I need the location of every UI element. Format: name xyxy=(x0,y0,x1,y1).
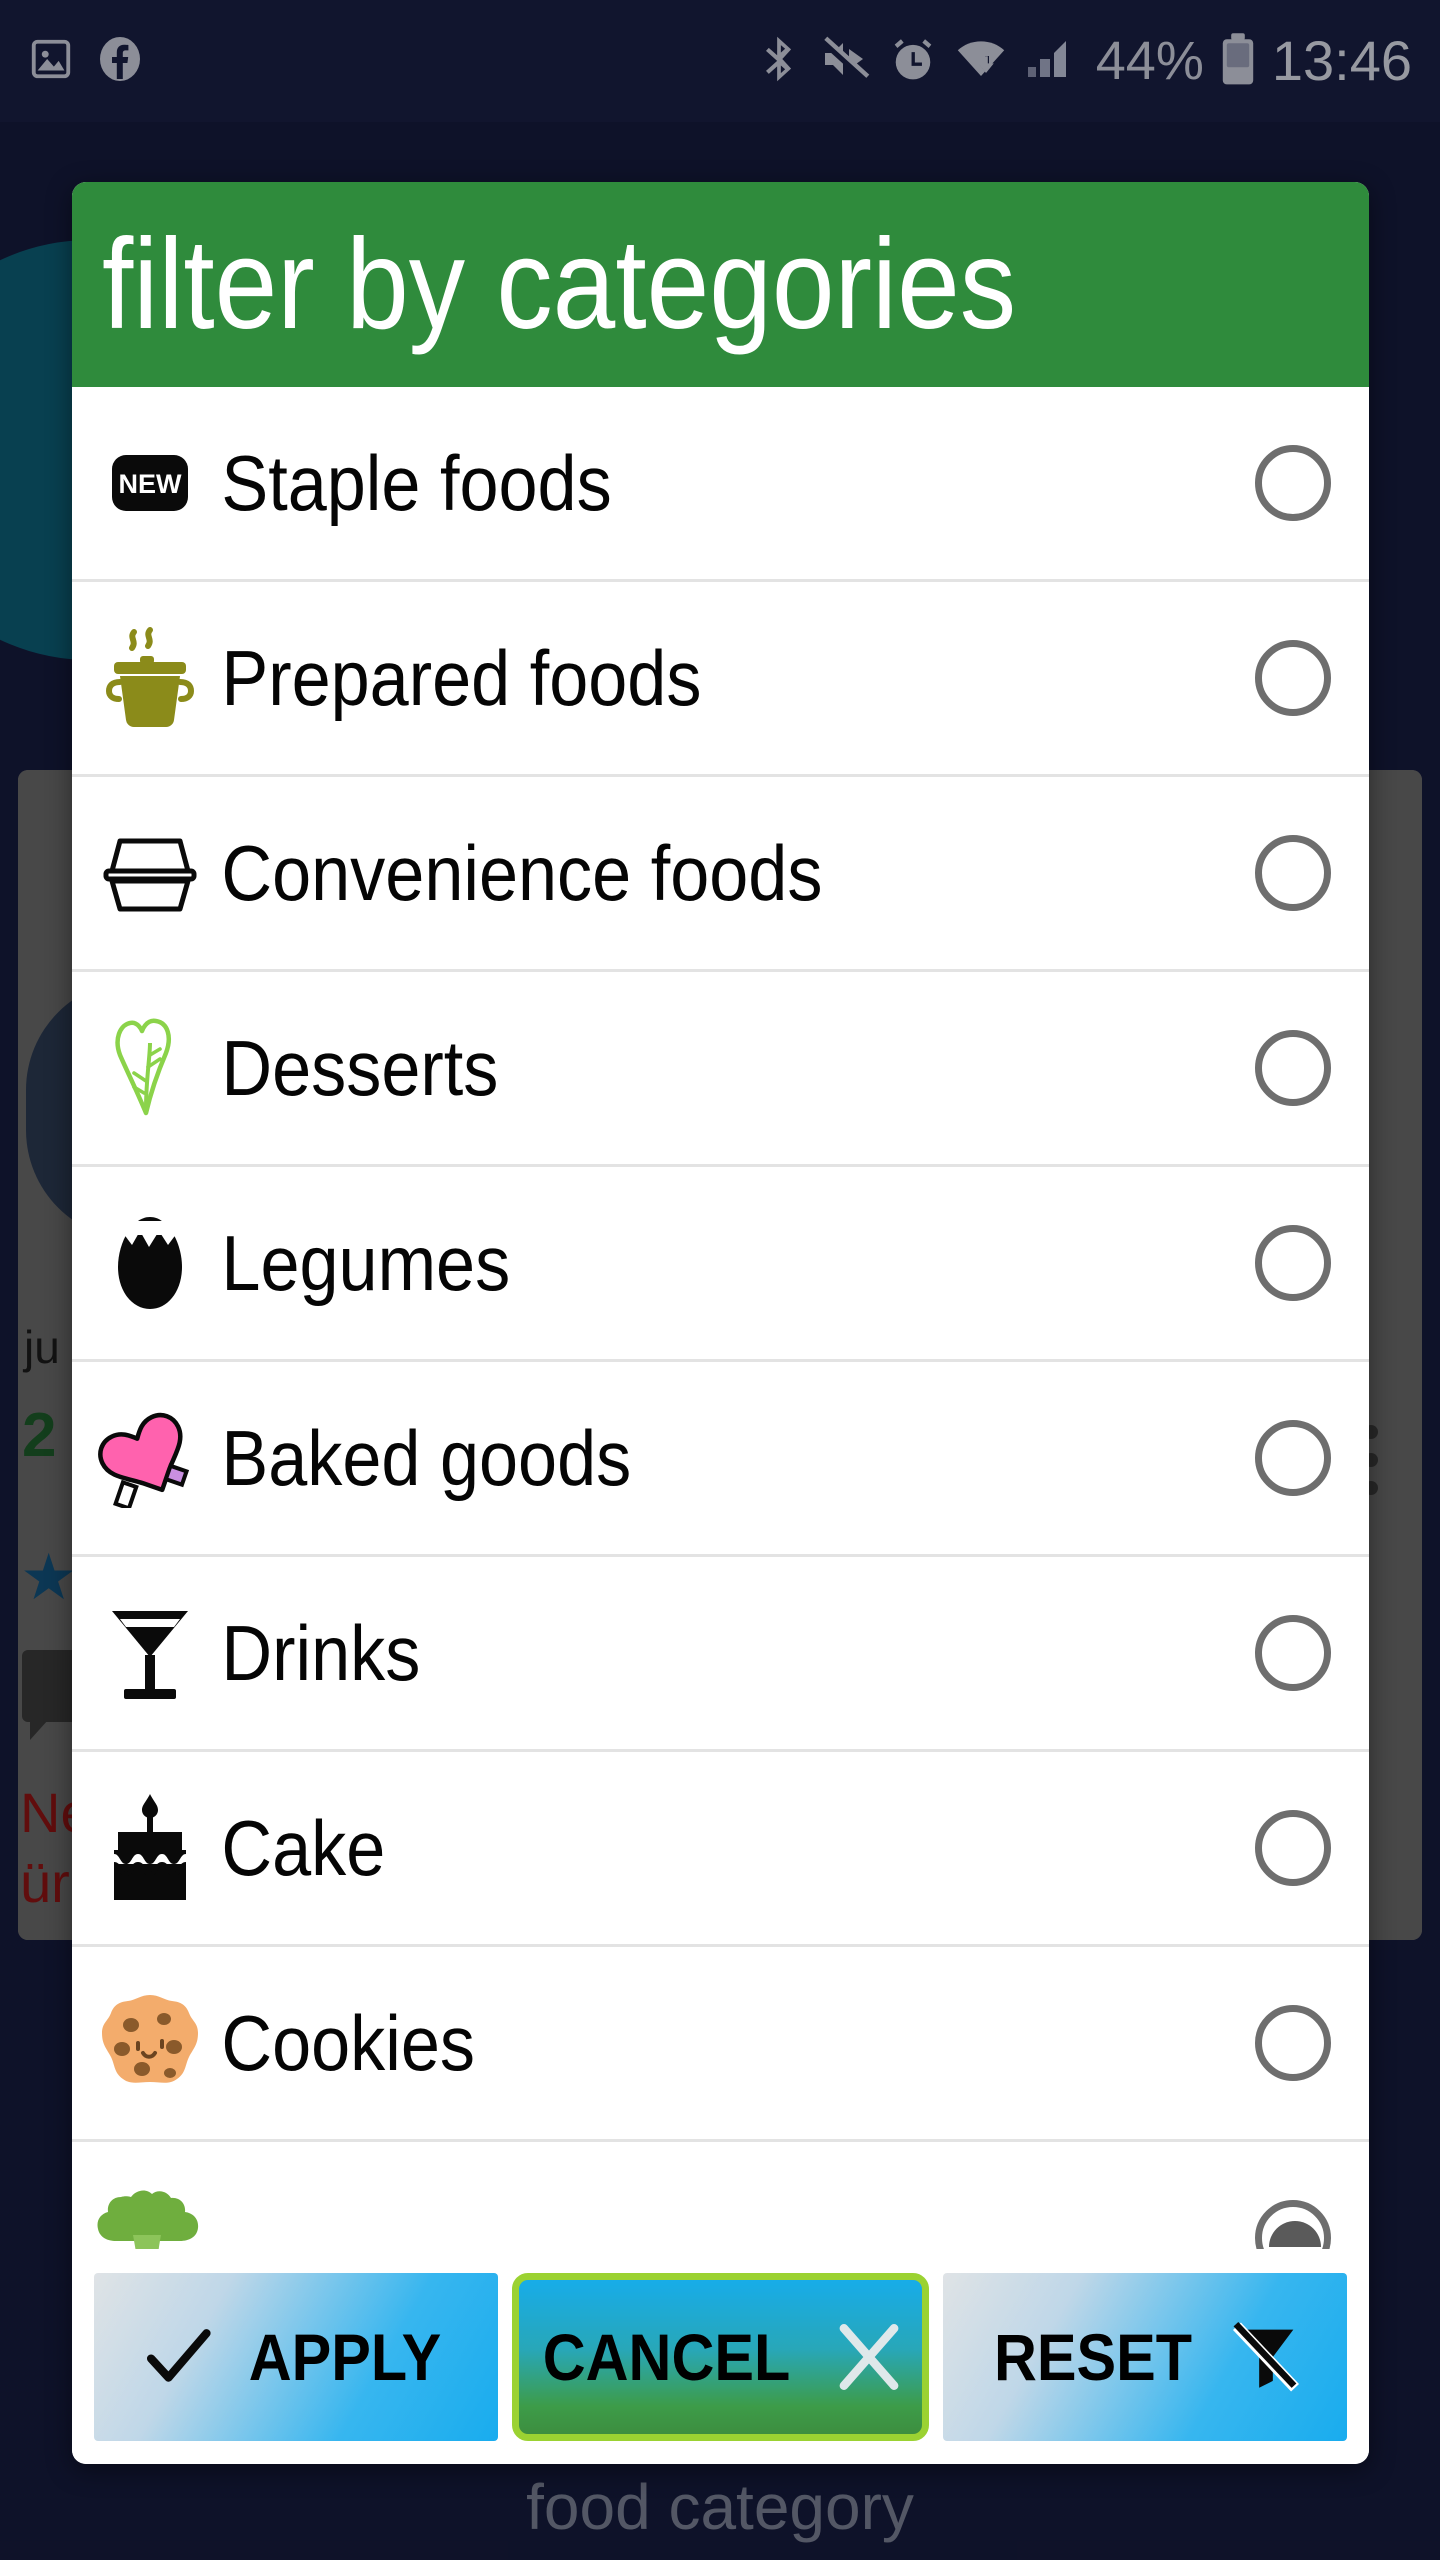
list-item-label: Cake xyxy=(221,1803,386,1892)
dialog-button-bar: APPLY CANCEL RESET xyxy=(72,2249,1369,2464)
radio-button[interactable] xyxy=(1255,1225,1331,1301)
list-item-label: Staple foods xyxy=(221,438,612,527)
takeout-container-icon xyxy=(84,813,216,933)
list-item[interactable]: Prepared foods xyxy=(72,582,1369,777)
radio-button[interactable] xyxy=(1255,2005,1331,2081)
leafy-green-icon xyxy=(84,1008,216,1128)
close-x-icon xyxy=(826,2314,912,2400)
list-item[interactable]: NEW Staple foods xyxy=(72,387,1369,582)
cracked-egg-icon xyxy=(84,1203,216,1323)
oven-mitt-icon xyxy=(84,1398,216,1518)
checkmark-icon xyxy=(140,2319,216,2395)
list-item-label: Desserts xyxy=(221,1023,499,1112)
list-item[interactable]: Baked goods xyxy=(72,1362,1369,1557)
cancel-button-label: CANCEL xyxy=(542,2319,791,2394)
filter-categories-dialog: filter by categories NEW Staple foods Pr… xyxy=(72,182,1369,2464)
new-badge-icon: NEW xyxy=(84,423,216,543)
list-item[interactable]: Legumes xyxy=(72,1167,1369,1362)
list-item[interactable]: Cake xyxy=(72,1752,1369,1947)
list-item[interactable]: Convenience foods xyxy=(72,777,1369,972)
birthday-cake-icon xyxy=(84,1788,216,1908)
apply-button-label: APPLY xyxy=(248,2319,442,2394)
cancel-button[interactable]: CANCEL xyxy=(511,2272,930,2441)
filter-off-icon xyxy=(1225,2316,1307,2398)
dialog-title: filter by categories xyxy=(102,212,1017,356)
list-item[interactable]: Cookies xyxy=(72,1947,1369,2142)
list-item-label: Convenience foods xyxy=(221,828,823,917)
radio-button[interactable] xyxy=(1255,1615,1331,1691)
radio-button[interactable] xyxy=(1255,1810,1331,1886)
reset-button[interactable]: RESET xyxy=(943,2272,1348,2441)
list-item-label: Cookies xyxy=(221,1998,476,2087)
radio-button[interactable] xyxy=(1255,640,1331,716)
reset-button-label: RESET xyxy=(994,2319,1193,2394)
list-item-label: Prepared foods xyxy=(221,633,702,722)
apply-button[interactable]: APPLY xyxy=(94,2272,498,2441)
radio-button[interactable] xyxy=(1255,1030,1331,1106)
svg-text:NEW: NEW xyxy=(119,469,183,499)
radio-button[interactable] xyxy=(1255,835,1331,911)
dialog-title-bar: filter by categories xyxy=(72,182,1369,387)
list-item[interactable]: Drinks xyxy=(72,1557,1369,1752)
list-item[interactable] xyxy=(72,2142,1369,2249)
list-item-label: Drinks xyxy=(221,1608,421,1697)
cookie-icon xyxy=(84,1983,216,2103)
radio-button[interactable] xyxy=(1255,1420,1331,1496)
category-list[interactable]: NEW Staple foods Prepared foods Convenie… xyxy=(72,387,1369,2249)
radio-button[interactable] xyxy=(1255,445,1331,521)
list-item[interactable]: Desserts xyxy=(72,972,1369,1167)
list-item-label: Baked goods xyxy=(221,1413,632,1502)
list-item-label: Legumes xyxy=(221,1218,511,1307)
cooking-pot-icon xyxy=(84,618,216,738)
cocktail-glass-icon xyxy=(84,1593,216,1713)
broccoli-icon xyxy=(84,2178,216,2249)
